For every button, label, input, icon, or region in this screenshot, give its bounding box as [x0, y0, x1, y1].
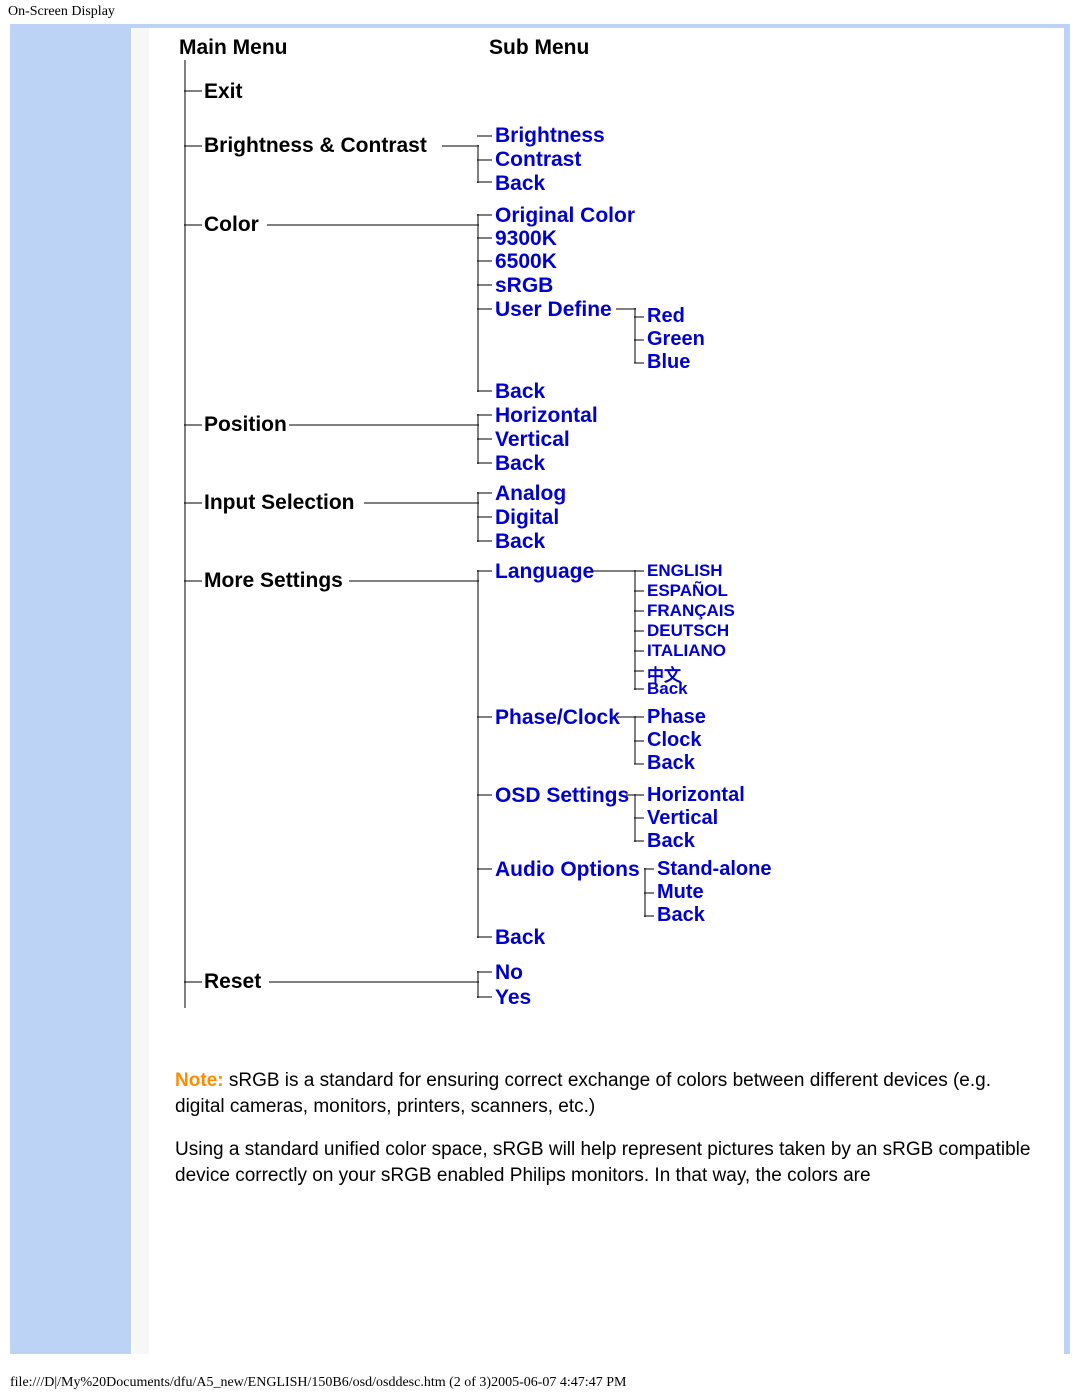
sub-position-back: Back	[495, 452, 545, 476]
reset-no: No	[495, 961, 523, 985]
menu-color: Color	[204, 213, 259, 237]
sub-bc-back: Back	[495, 172, 545, 196]
sub-analog: Analog	[495, 482, 566, 506]
sub-blue: Blue	[647, 351, 690, 374]
lang-italiano: ITALIANO	[647, 641, 726, 661]
sub-osd-settings: OSD Settings	[495, 784, 629, 808]
lang-espanol: ESPAÑOL	[647, 581, 728, 601]
sub-srgb: sRGB	[495, 274, 553, 298]
sub-phase-clock: Phase/Clock	[495, 706, 620, 730]
osd-back: Back	[647, 830, 695, 853]
osd-tree: Main Menu Sub Menu Exit Brightness & Con…	[149, 28, 1064, 1068]
page-frame: Main Menu Sub Menu Exit Brightness & Con…	[10, 24, 1070, 1354]
audio-back: Back	[657, 904, 705, 927]
sub-more-back: Back	[495, 926, 545, 950]
osd-vertical: Vertical	[647, 807, 718, 830]
sub-language: Language	[495, 560, 594, 584]
inner-frame: Main Menu Sub Menu Exit Brightness & Con…	[131, 28, 1064, 1354]
sub-9300k: 9300K	[495, 227, 557, 251]
sub-phase: Phase	[647, 706, 706, 729]
menu-more-settings: More Settings	[204, 569, 343, 593]
sub-contrast: Contrast	[495, 148, 581, 172]
sub-original-color: Original Color	[495, 204, 635, 228]
reset-yes: Yes	[495, 986, 531, 1010]
sub-digital: Digital	[495, 506, 559, 530]
audio-mute: Mute	[657, 881, 704, 904]
lang-english: ENGLISH	[647, 561, 723, 581]
menu-input: Input Selection	[204, 491, 355, 515]
note-label: Note:	[175, 1070, 224, 1091]
lang-francais: FRANÇAIS	[647, 601, 735, 621]
header-sub: Sub Menu	[489, 36, 589, 60]
menu-brightness-contrast: Brightness & Contrast	[204, 134, 427, 158]
sub-pc-back: Back	[647, 752, 695, 775]
footer-path: file:///D|/My%20Documents/dfu/A5_new/ENG…	[10, 1375, 626, 1391]
osd-horizontal: Horizontal	[647, 784, 745, 807]
sub-vertical: Vertical	[495, 428, 570, 452]
sub-audio-options: Audio Options	[495, 858, 640, 882]
sub-horizontal: Horizontal	[495, 404, 598, 428]
menu-reset: Reset	[204, 970, 261, 994]
sub-input-back: Back	[495, 530, 545, 554]
note-text-1: sRGB is a standard for ensuring correct …	[175, 1070, 991, 1117]
menu-exit: Exit	[204, 80, 243, 104]
sub-green: Green	[647, 328, 705, 351]
sub-color-back: Back	[495, 380, 545, 404]
page-title: On-Screen Display	[0, 0, 1080, 24]
audio-standalone: Stand-alone	[657, 858, 771, 881]
sub-brightness: Brightness	[495, 124, 605, 148]
content-area: Main Menu Sub Menu Exit Brightness & Con…	[149, 28, 1064, 1354]
sub-user-define: User Define	[495, 298, 612, 322]
sub-red: Red	[647, 305, 685, 328]
sub-6500k: 6500K	[495, 250, 557, 274]
lang-deutsch: DEUTSCH	[647, 621, 729, 641]
lang-back: Back	[647, 679, 688, 699]
menu-position: Position	[204, 413, 287, 437]
header-main: Main Menu	[179, 36, 288, 60]
sub-clock: Clock	[647, 729, 701, 752]
note-paragraph-2: Using a standard unified color space, sR…	[149, 1137, 1064, 1188]
note-paragraph-1: Note: sRGB is a standard for ensuring co…	[149, 1068, 1064, 1119]
